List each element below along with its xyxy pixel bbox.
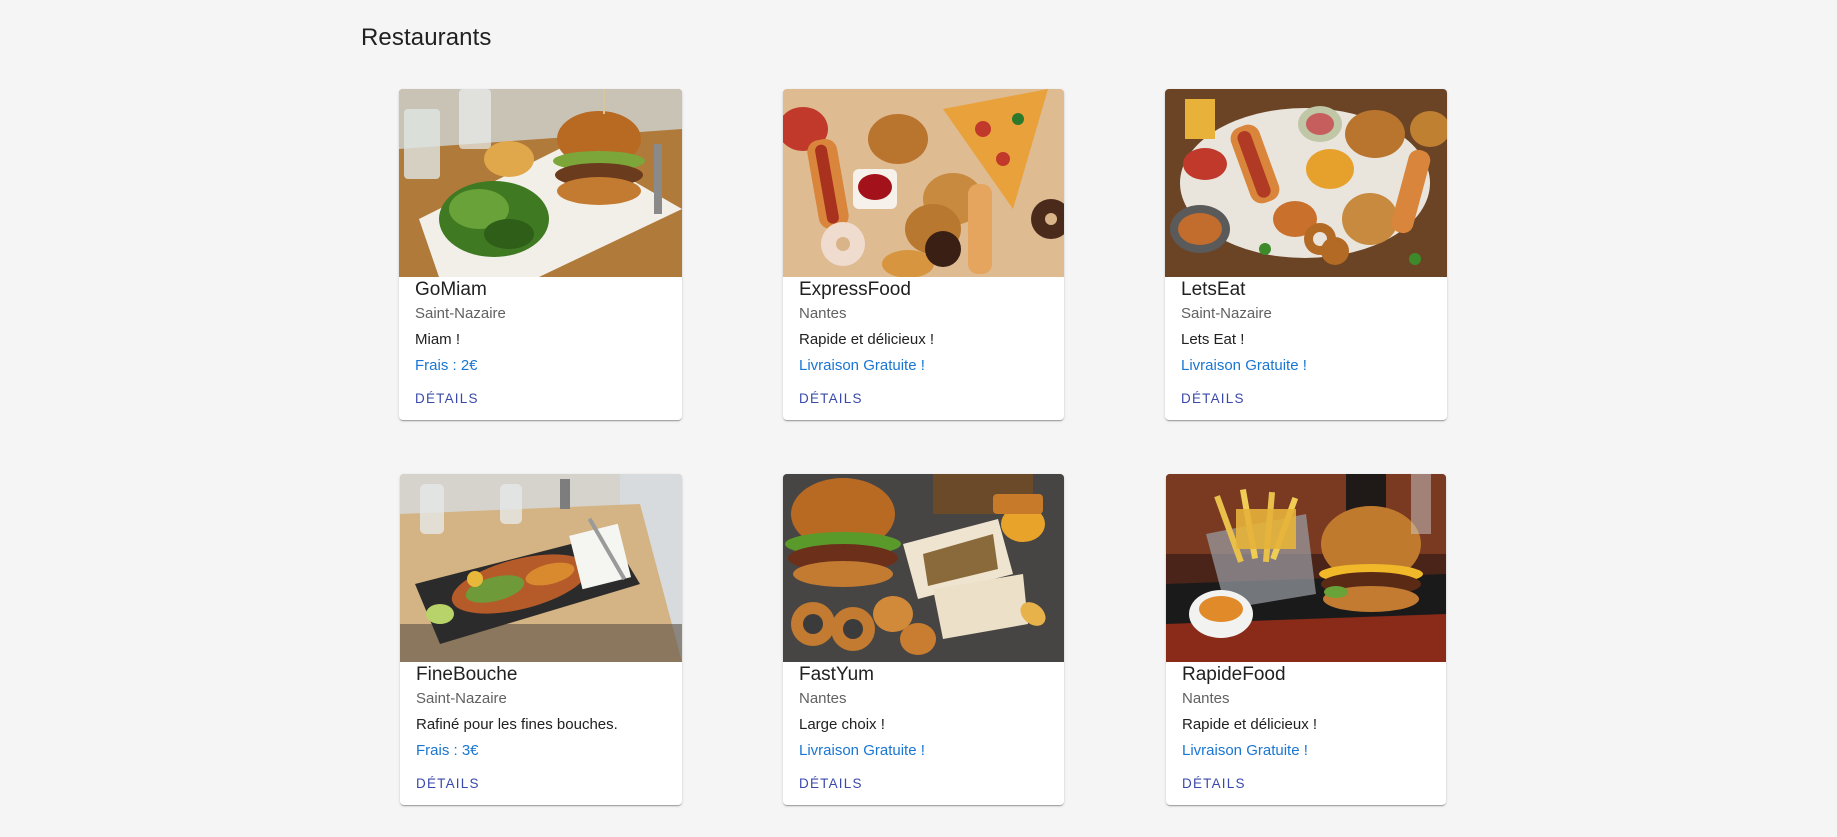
details-button[interactable]: Détails [791, 383, 871, 414]
delivery-fee: Livraison Gratuite ! [1181, 357, 1307, 374]
restaurant-name: ExpressFood [799, 279, 911, 300]
restaurant-card-letseat: LetsEat Saint-Nazaire Lets Eat ! Livrais… [1165, 89, 1447, 420]
restaurant-description: Lets Eat ! [1181, 331, 1245, 348]
details-button[interactable]: Détails [407, 383, 487, 414]
details-button[interactable]: Détails [1174, 768, 1254, 799]
restaurant-city: Nantes [799, 690, 847, 707]
restaurant-description: Rapide et délicieux ! [1182, 716, 1318, 733]
restaurant-card-fastyum: FastYum Nantes Large choix ! Livraison G… [783, 474, 1064, 805]
details-button[interactable]: Détails [408, 768, 488, 799]
restaurant-image [783, 89, 1064, 277]
restaurant-card-gomiam: GoMiam Saint-Nazaire Miam ! Frais : 2€ D… [399, 89, 682, 420]
restaurant-card-expressfood: ExpressFood Nantes Rapide et délicieux !… [783, 89, 1064, 420]
delivery-fee: Livraison Gratuite ! [799, 742, 925, 759]
restaurant-description: Rafiné pour les fines bouches. [416, 716, 618, 733]
restaurant-card-rapidefood: RapideFood Nantes Rapide et délicieux ! … [1166, 474, 1446, 805]
restaurant-city: Nantes [1182, 690, 1230, 707]
restaurant-city: Saint-Nazaire [416, 690, 507, 707]
restaurant-card-finebouche: FineBouche Saint-Nazaire Rafiné pour les… [400, 474, 682, 805]
restaurant-image [400, 474, 682, 662]
restaurant-image [1165, 89, 1447, 277]
restaurant-city: Saint-Nazaire [1181, 305, 1272, 322]
details-button[interactable]: Détails [791, 768, 871, 799]
restaurant-name: FastYum [799, 664, 874, 685]
restaurant-description: Rapide et délicieux ! [799, 331, 935, 348]
page-title: Restaurants [361, 24, 492, 51]
restaurant-name: GoMiam [415, 279, 487, 300]
restaurant-name: FineBouche [416, 664, 518, 685]
delivery-fee: Livraison Gratuite ! [799, 357, 925, 374]
restaurant-name: LetsEat [1181, 279, 1246, 300]
restaurant-image [399, 89, 682, 277]
restaurant-description: Large choix ! [799, 716, 885, 733]
details-button[interactable]: Détails [1173, 383, 1253, 414]
restaurant-description: Miam ! [415, 331, 460, 348]
restaurant-image [1166, 474, 1446, 662]
restaurant-city: Nantes [799, 305, 847, 322]
delivery-fee: Livraison Gratuite ! [1182, 742, 1308, 759]
restaurant-city: Saint-Nazaire [415, 305, 506, 322]
restaurant-name: RapideFood [1182, 664, 1286, 685]
delivery-fee: Frais : 3€ [416, 742, 479, 759]
delivery-fee: Frais : 2€ [415, 357, 478, 374]
restaurant-image [783, 474, 1064, 662]
